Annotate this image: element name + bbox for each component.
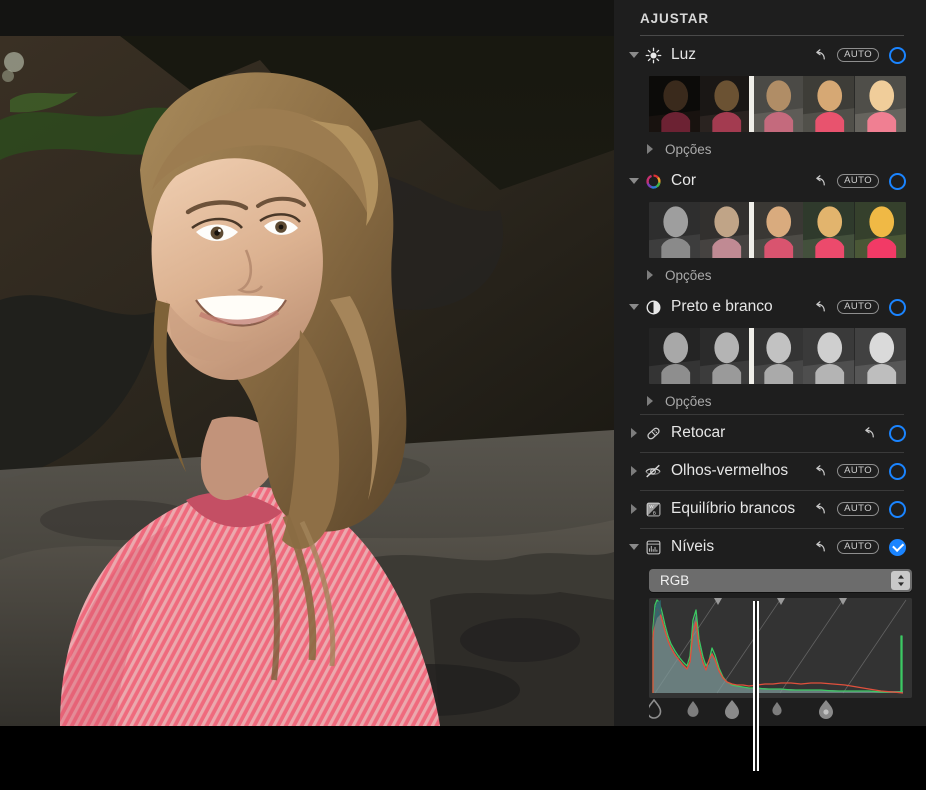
section-header-niveis[interactable]: Níveis AUTO — [614, 528, 926, 566]
auto-button-niveis[interactable]: AUTO — [837, 540, 879, 554]
white-balance-icon: W B — [642, 501, 664, 518]
thumbnail-item[interactable] — [649, 76, 701, 132]
thumbnail-item[interactable] — [803, 328, 855, 384]
adjust-panel: AJUSTAR Luz AUTO Opções Cor AUTO Opções … — [614, 0, 926, 726]
auto-button-equilibrio-brancos[interactable]: AUTO — [837, 502, 879, 516]
thumbnail-item[interactable] — [803, 76, 855, 132]
thumbnail-item[interactable] — [700, 328, 752, 384]
thumbnail-item[interactable] — [854, 202, 906, 258]
section-header-equilibrio-brancos[interactable]: W B Equilíbrio brancos AUTO — [614, 490, 926, 528]
section-label-olhos-vermelhos: Olhos-vermelhos — [671, 462, 789, 479]
photo-image — [0, 0, 614, 726]
thumbnail-item[interactable] — [854, 328, 906, 384]
levels-handles[interactable] — [646, 698, 912, 723]
levels-histogram[interactable] — [646, 598, 912, 723]
callout-line — [753, 601, 759, 771]
disclosure-triangle-olhos-vermelhos[interactable] — [626, 466, 642, 476]
reset-icon-retocar[interactable] — [860, 426, 879, 441]
droplet-handle-icon — [646, 698, 662, 719]
contrast-icon — [642, 299, 664, 316]
section-label-retocar: Retocar — [671, 424, 726, 441]
panel-title: AJUSTAR — [640, 11, 710, 26]
disclosure-triangle-equilibrio-brancos[interactable] — [626, 504, 642, 514]
thumbnail-item[interactable] — [751, 76, 804, 132]
levels-handle-track — [646, 698, 833, 719]
thumbnail-selection-marker[interactable] — [749, 328, 755, 384]
options-label-preto-e-branco: Opções — [665, 393, 712, 409]
auto-button-olhos-vermelhos[interactable]: AUTO — [837, 464, 879, 478]
section-header-olhos-vermelhos[interactable]: Olhos-vermelhos AUTO — [614, 452, 926, 490]
photo-preview[interactable] — [0, 0, 614, 726]
section-header-cor[interactable]: Cor AUTO — [614, 162, 926, 200]
section-label-cor: Cor — [671, 172, 696, 189]
thumbnail-selection-marker[interactable] — [749, 76, 755, 132]
options-label-cor: Opções — [665, 267, 712, 283]
reset-icon-equilibrio-brancos[interactable] — [811, 502, 830, 517]
reset-icon-niveis[interactable] — [811, 540, 830, 555]
photo-editor-window: AJUSTAR Luz AUTO Opções Cor AUTO Opções … — [0, 0, 926, 790]
histogram-plot — [649, 598, 912, 698]
thumbnail-item[interactable] — [803, 202, 855, 258]
options-label-luz: Opções — [665, 141, 712, 157]
thumbnail-selection-marker[interactable] — [749, 202, 755, 258]
thumbnail-item[interactable] — [649, 328, 701, 384]
section-label-niveis: Níveis — [671, 538, 715, 555]
section-label-equilibrio-brancos: Equilíbrio brancos — [671, 500, 796, 517]
disclosure-triangle-options-cor[interactable] — [642, 270, 658, 280]
sun-icon — [642, 47, 664, 64]
thumbnail-strip-cor[interactable] — [649, 202, 906, 258]
reset-icon-preto-e-branco[interactable] — [811, 300, 830, 315]
thumbnail-strip-luz[interactable] — [649, 76, 906, 132]
levels-channel-select[interactable]: RGB — [649, 569, 912, 592]
svg-text:W: W — [649, 504, 654, 509]
reset-icon-cor[interactable] — [811, 174, 830, 189]
auto-button-preto-e-branco[interactable]: AUTO — [837, 300, 879, 314]
disclosure-triangle-options-luz[interactable] — [642, 144, 658, 154]
reset-icon-luz[interactable] — [811, 48, 830, 63]
reset-icon-olhos-vermelhos[interactable] — [811, 464, 830, 479]
thumbnail-item[interactable] — [854, 76, 906, 132]
section-header-luz[interactable]: Luz AUTO — [614, 36, 926, 74]
levels-histogram-icon — [642, 539, 664, 556]
enable-toggle-retocar[interactable] — [889, 424, 906, 442]
thumbnail-strip-preto-e-branco[interactable] — [649, 328, 906, 384]
options-row-cor[interactable]: Opções — [614, 262, 926, 288]
thumbnail-item[interactable] — [751, 328, 804, 384]
enable-toggle-luz[interactable] — [889, 46, 906, 64]
retouch-bandage-icon — [642, 425, 664, 442]
thumbnail-item[interactable] — [700, 202, 752, 258]
eye-slash-icon — [642, 462, 664, 480]
droplet-handle-icon — [819, 700, 833, 719]
thumbnail-item[interactable] — [751, 202, 804, 258]
section-header-retocar[interactable]: Retocar — [614, 414, 926, 452]
section-header-preto-e-branco[interactable]: Preto e branco AUTO — [614, 288, 926, 326]
enable-toggle-equilibrio-brancos[interactable] — [889, 500, 906, 518]
disclosure-triangle-niveis[interactable] — [626, 544, 642, 550]
levels-channel-value: RGB — [660, 573, 690, 588]
droplet-handle-icon — [725, 700, 739, 719]
options-row-luz[interactable]: Opções — [614, 136, 926, 162]
thumbnail-item[interactable] — [649, 202, 701, 258]
auto-button-luz[interactable]: AUTO — [837, 48, 879, 62]
disclosure-triangle-preto-e-branco[interactable] — [626, 304, 642, 310]
color-wheel-icon — [642, 173, 664, 190]
disclosure-triangle-retocar[interactable] — [626, 428, 642, 438]
up-down-chevron-icon[interactable] — [891, 571, 910, 590]
thumbnail-item[interactable] — [700, 76, 752, 132]
svg-text:B: B — [652, 510, 655, 515]
droplet-handle-icon — [772, 702, 782, 716]
droplet-handle-icon — [687, 701, 699, 717]
enable-toggle-preto-e-branco[interactable] — [889, 298, 906, 316]
enable-toggle-niveis[interactable] — [889, 538, 906, 556]
section-label-luz: Luz — [671, 46, 696, 63]
enable-toggle-cor[interactable] — [889, 172, 906, 190]
disclosure-triangle-options-preto-e-branco[interactable] — [642, 396, 658, 406]
options-row-preto-e-branco[interactable]: Opções — [614, 388, 926, 414]
enable-toggle-olhos-vermelhos[interactable] — [889, 462, 906, 480]
disclosure-triangle-cor[interactable] — [626, 178, 642, 184]
disclosure-triangle-luz[interactable] — [626, 52, 642, 58]
section-label-preto-e-branco: Preto e branco — [671, 298, 773, 315]
auto-button-cor[interactable]: AUTO — [837, 174, 879, 188]
